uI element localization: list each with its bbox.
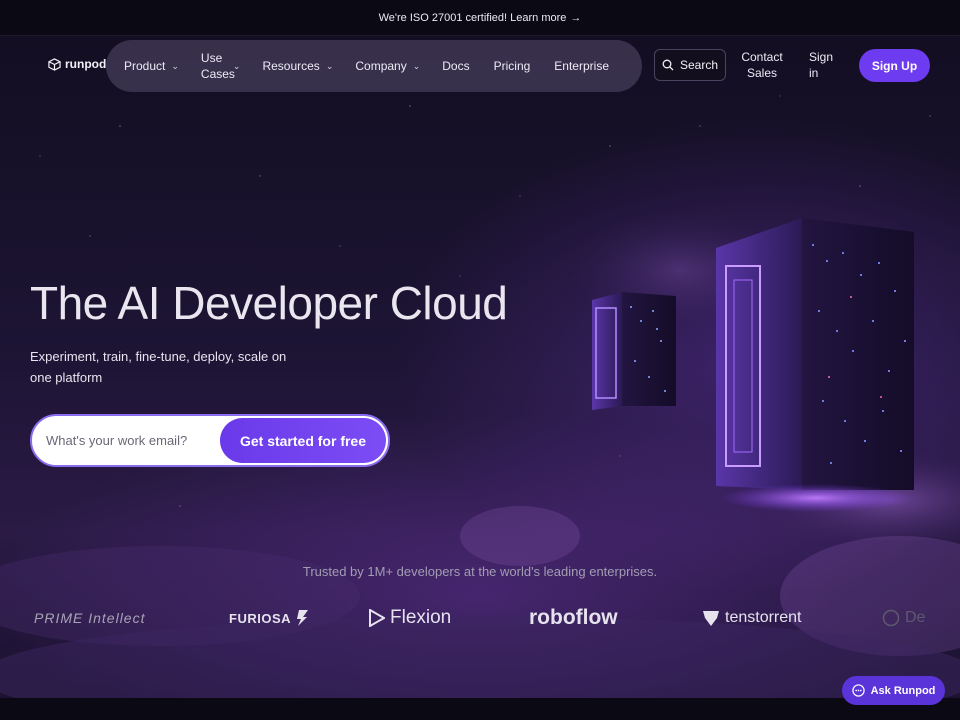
- logo-partial: De: [882, 600, 925, 636]
- search-icon: [662, 59, 674, 71]
- logo-roboflow: roboflow: [529, 600, 618, 636]
- nav-label: Pricing: [493, 59, 531, 73]
- announcement-bar[interactable]: We're ISO 27001 certified! Learn more →: [0, 0, 960, 36]
- nav-resources[interactable]: Resources ⌄: [262, 59, 333, 73]
- nav-label: Use Cases: [200, 51, 235, 81]
- logo-tenstorrent: tenstorrent: [702, 600, 801, 636]
- logo-text: tenstorrent: [725, 609, 802, 626]
- chevron-down-icon: ⌄: [171, 60, 179, 71]
- runpod-cube-icon: [48, 57, 61, 71]
- nav-pricing[interactable]: Pricing: [494, 59, 531, 73]
- contact-sales-link[interactable]: Contact Sales: [740, 49, 784, 81]
- logo-text: De: [905, 609, 926, 626]
- nav-use-cases[interactable]: Use Cases ⌄: [201, 50, 241, 82]
- logo-text: FURIOSA: [229, 610, 291, 626]
- partial-logo-icon: [882, 609, 900, 627]
- chevron-down-icon: ⌄: [412, 60, 421, 71]
- logo-text: roboflow: [529, 606, 618, 629]
- nav-enterprise[interactable]: Enterprise: [554, 59, 609, 73]
- nav-label: Product: [124, 59, 166, 73]
- sign-in-link[interactable]: Sign in: [809, 49, 839, 81]
- search-label: Search: [679, 58, 719, 72]
- arrow-right-icon: →: [570, 11, 582, 24]
- page-bottom-edge: [0, 698, 960, 720]
- get-started-button[interactable]: Get started for free: [220, 418, 386, 463]
- nav-label: Enterprise: [554, 59, 609, 73]
- hero-headline: The AI Developer Cloud: [30, 277, 508, 329]
- flexion-play-icon: [369, 609, 385, 627]
- customer-logos: PRIME Intellect FURIOSA Flexion roboflow…: [0, 600, 960, 636]
- chevron-down-icon: ⌄: [232, 60, 241, 71]
- nav-label: Resources: [262, 59, 320, 73]
- chat-label: Ask Runpod: [870, 684, 936, 697]
- announcement-text[interactable]: We're ISO 27001 certified! Learn more: [379, 12, 567, 24]
- hero-subhead: Experiment, train, fine-tune, deploy, sc…: [30, 349, 287, 385]
- nav-label: Docs: [442, 59, 470, 73]
- chat-bubble-icon: [851, 684, 865, 697]
- sign-up-button[interactable]: Sign Up: [859, 49, 930, 82]
- tenstorrent-shield-icon: [703, 611, 719, 626]
- nav-docs[interactable]: Docs: [442, 59, 469, 73]
- nav-company[interactable]: Company ⌄: [355, 59, 420, 73]
- logo-furiosa: FURIOSA: [229, 600, 308, 636]
- search-button[interactable]: Search: [654, 49, 726, 81]
- logo-text: Flexion: [390, 607, 452, 628]
- trusted-by-text: Trusted by 1M+ developers at the world's…: [302, 564, 658, 579]
- furiosa-bolt-icon: [297, 610, 308, 626]
- main-nav: Product ⌄ Use Cases ⌄ Resources ⌄ Compan…: [106, 40, 642, 92]
- email-signup-form: Get started for free: [30, 414, 390, 467]
- chevron-down-icon: ⌄: [325, 60, 334, 71]
- logo-text: PRIME Intellect: [34, 610, 146, 626]
- logo-wordmark: runpod: [65, 57, 107, 71]
- runpod-logo[interactable]: runpod: [48, 57, 106, 71]
- logo-prime-intellect: PRIME Intellect: [34, 600, 145, 636]
- work-email-input[interactable]: [46, 433, 226, 448]
- nav-label: Company: [355, 59, 407, 73]
- ask-runpod-chat-button[interactable]: Ask Runpod: [842, 676, 945, 705]
- logo-flexion: Flexion: [369, 600, 451, 636]
- nav-product[interactable]: Product ⌄: [124, 59, 179, 73]
